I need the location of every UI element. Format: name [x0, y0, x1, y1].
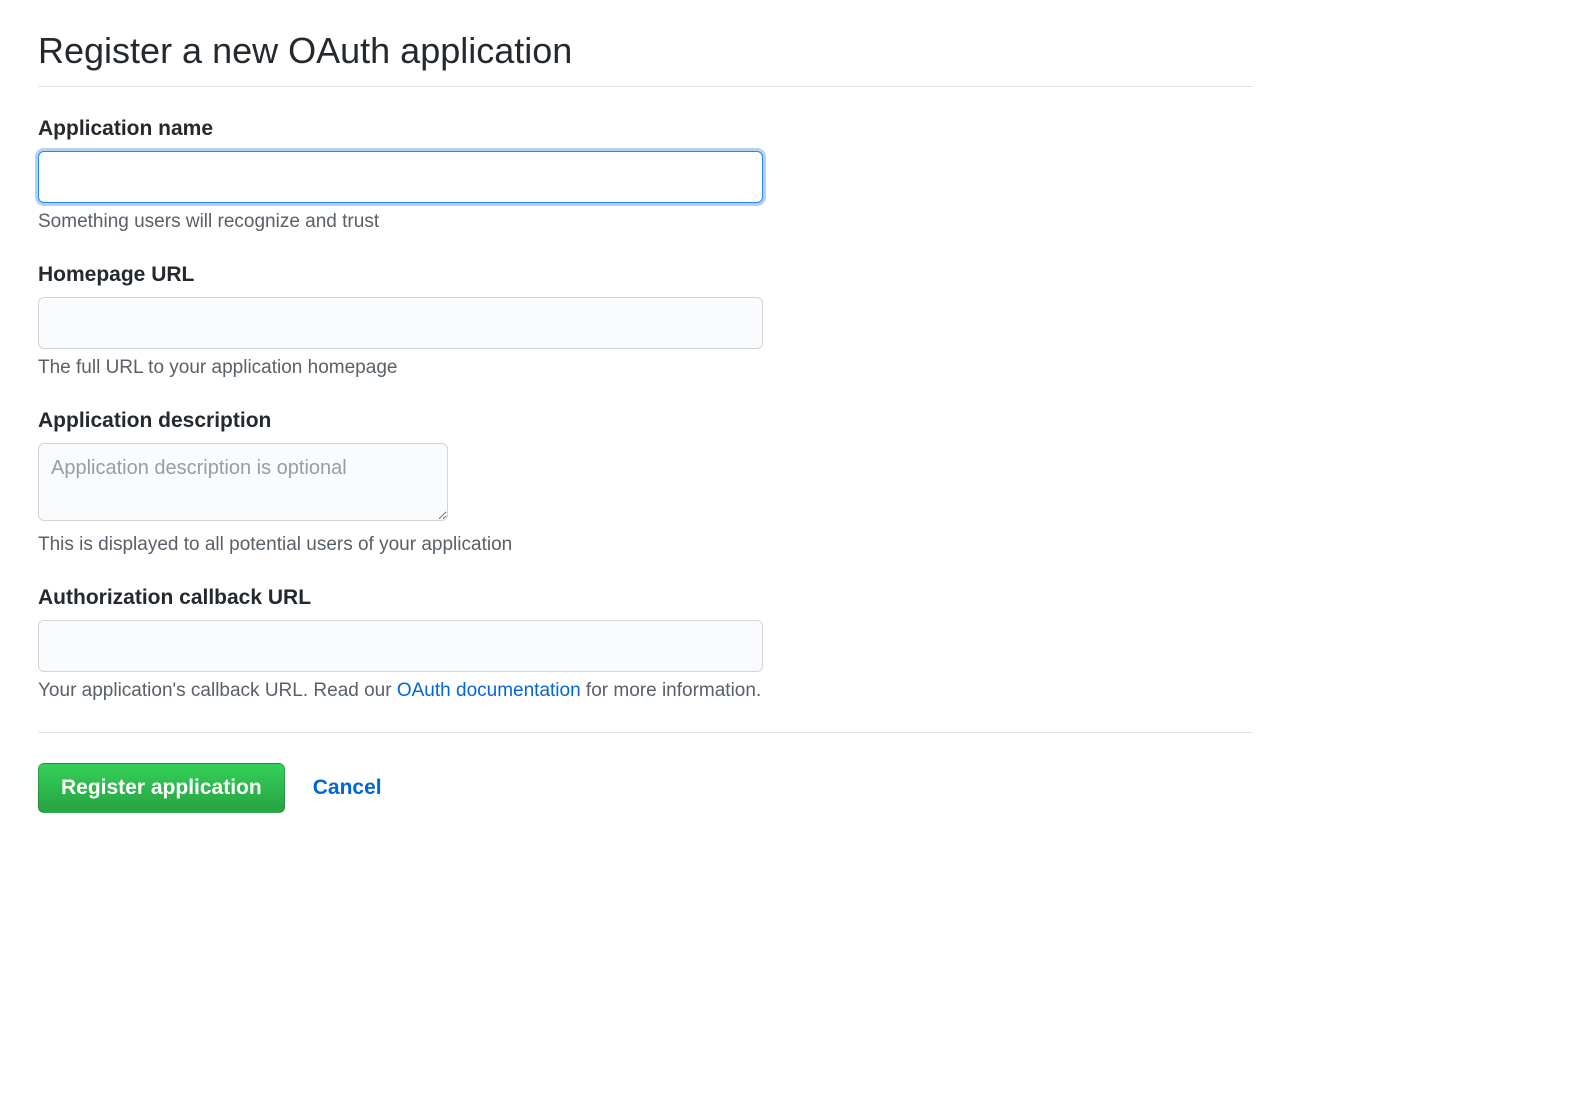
callback-url-input[interactable]: [38, 620, 763, 672]
field-homepage-url: Homepage URL The full URL to your applic…: [38, 263, 1253, 379]
page-title: Register a new OAuth application: [38, 30, 1253, 87]
cancel-button[interactable]: Cancel: [313, 776, 382, 800]
field-application-description: Application description This is displaye…: [38, 409, 1253, 556]
homepage-url-label: Homepage URL: [38, 263, 1253, 287]
application-name-input[interactable]: [38, 151, 763, 203]
callback-url-help-prefix: Your application's callback URL. Read ou…: [38, 680, 397, 701]
application-description-label: Application description: [38, 409, 1253, 433]
callback-url-help-suffix: for more information.: [581, 680, 762, 701]
application-name-help: Something users will recognize and trust: [38, 211, 1253, 233]
callback-url-label: Authorization callback URL: [38, 586, 1253, 610]
callback-url-help: Your application's callback URL. Read ou…: [38, 680, 1253, 702]
form-footer: Register application Cancel: [38, 732, 1253, 813]
homepage-url-input[interactable]: [38, 297, 763, 349]
field-application-name: Application name Something users will re…: [38, 117, 1253, 233]
register-application-button[interactable]: Register application: [38, 763, 285, 813]
homepage-url-help: The full URL to your application homepag…: [38, 357, 1253, 379]
application-description-help: This is displayed to all potential users…: [38, 534, 1253, 556]
oauth-documentation-link[interactable]: OAuth documentation: [397, 680, 581, 701]
field-callback-url: Authorization callback URL Your applicat…: [38, 586, 1253, 702]
application-description-textarea[interactable]: [38, 443, 448, 521]
application-name-label: Application name: [38, 117, 1253, 141]
